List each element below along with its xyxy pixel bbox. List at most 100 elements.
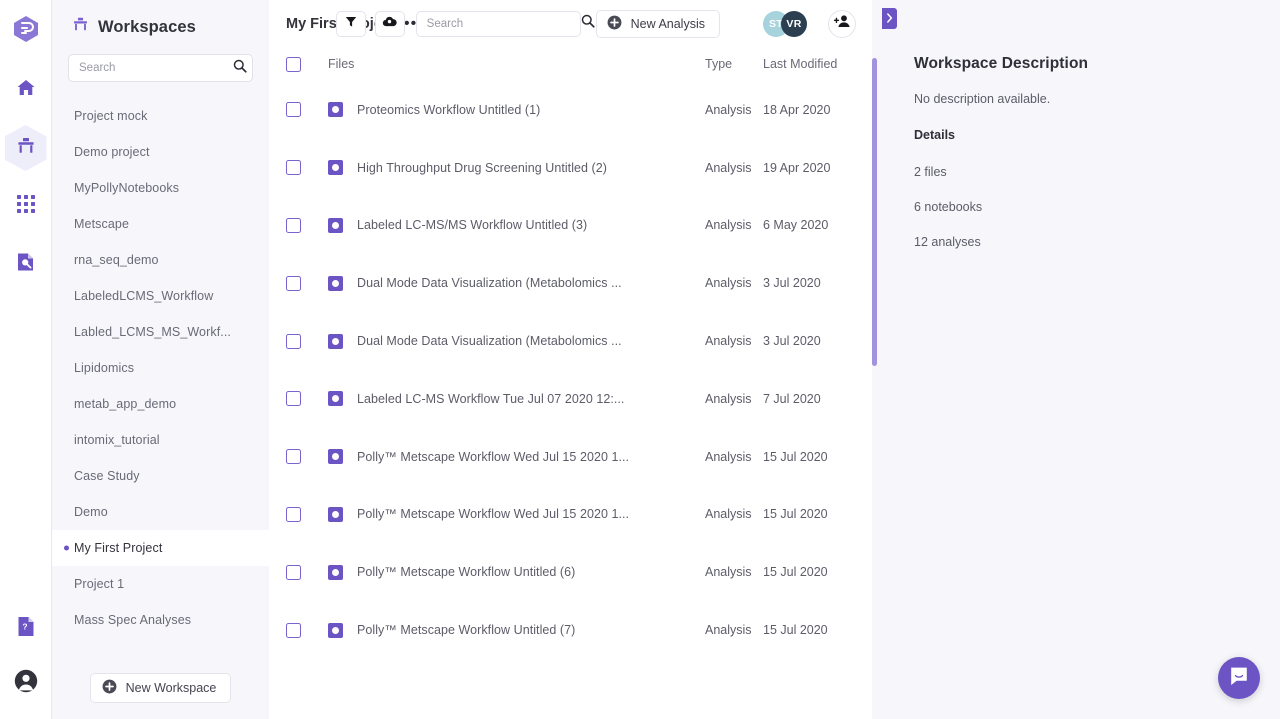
table-row[interactable]: Polly™ Metscape Workflow Wed Jul 15 2020… xyxy=(286,428,858,486)
rail-item-home[interactable] xyxy=(6,68,46,112)
table-row[interactable]: Proteomics Workflow Untitled (1) Analysis… xyxy=(286,81,858,139)
collaborator-avatars: ST VR xyxy=(763,10,807,37)
row-checkbox[interactable] xyxy=(286,449,301,465)
row-checkbox[interactable] xyxy=(286,333,301,349)
upload-button[interactable] xyxy=(374,10,405,37)
sidebar-item-workspace[interactable]: Project 1 xyxy=(52,566,269,602)
panel-title: Workspace Description xyxy=(914,55,1089,72)
row-checkbox[interactable] xyxy=(286,275,301,291)
file-name[interactable]: Dual Mode Data Visualization (Metabolomi… xyxy=(357,334,622,348)
search-icon[interactable] xyxy=(581,14,595,33)
table-row[interactable]: Labeled LC-MS Workflow Tue Jul 07 2020 1… xyxy=(286,370,858,428)
file-name[interactable]: Proteomics Workflow Untitled (1) xyxy=(357,103,540,117)
table-row[interactable]: Polly™ Metscape Workflow Wed Jul 15 2020… xyxy=(286,486,858,544)
panel-details-list: 2 files 6 notebooks 12 analyses xyxy=(914,165,1256,249)
file-name[interactable]: High Throughput Drug Screening Untitled … xyxy=(357,161,607,175)
add-collaborator-button[interactable] xyxy=(828,9,856,38)
intercom-chat-button[interactable] xyxy=(1218,657,1260,699)
row-checkbox[interactable] xyxy=(286,217,301,233)
column-header-files[interactable]: Files xyxy=(328,57,705,71)
sidebar-item-workspace[interactable]: rna_seq_demo xyxy=(52,242,269,278)
sidebar-item-workspace[interactable]: intomix_tutorial xyxy=(52,422,269,458)
file-name[interactable]: Polly™ Metscape Workflow Untitled (7) xyxy=(357,623,575,637)
file-name[interactable]: Labeled LC-MS/MS Workflow Untitled (3) xyxy=(357,218,587,232)
row-select-cell xyxy=(286,160,328,176)
row-file-cell: High Throughput Drug Screening Untitled … xyxy=(328,160,705,176)
right-panel-collapse-button[interactable] xyxy=(882,8,897,29)
row-type: Analysis xyxy=(705,218,752,233)
row-file-cell: Polly™ Metscape Workflow Untitled (7) xyxy=(328,622,705,638)
row-checkbox[interactable] xyxy=(286,564,301,580)
row-checkbox[interactable] xyxy=(286,506,301,522)
rail-item-help[interactable]: ? xyxy=(6,607,46,651)
files-search[interactable] xyxy=(415,10,595,37)
filter-funnel-icon xyxy=(345,15,357,33)
file-name[interactable]: Polly™ Metscape Workflow Wed Jul 15 2020… xyxy=(357,450,629,464)
sidebar-item-label: Mass Spec Analyses xyxy=(74,613,192,627)
sidebar-item-workspace[interactable]: Demo project xyxy=(52,134,269,170)
sidebar-item-workspace[interactable]: MyPollyNotebooks xyxy=(52,170,269,206)
select-all-checkbox[interactable] xyxy=(286,56,301,72)
table-row[interactable]: Polly™ Metscape Workflow Untitled (7) Ana… xyxy=(286,601,858,659)
sidebar-item-workspace[interactable]: Labled_LCMS_MS_Workf... xyxy=(52,314,269,350)
column-header-type[interactable]: Type xyxy=(705,57,763,71)
analysis-file-icon xyxy=(328,564,343,580)
file-name[interactable]: Polly™ Metscape Workflow Untitled (6) xyxy=(357,565,575,579)
table-row[interactable]: Polly™ Metscape Workflow Untitled (6) Ana… xyxy=(286,543,858,601)
rail-item-explore[interactable] xyxy=(6,242,46,286)
sidebar-search[interactable] xyxy=(68,54,253,82)
rail-item-workspaces[interactable] xyxy=(6,126,46,170)
row-checkbox[interactable] xyxy=(286,622,301,638)
icon-rail: ? xyxy=(0,0,52,719)
search-input[interactable] xyxy=(426,17,581,30)
avatar[interactable]: VR xyxy=(781,10,807,37)
row-checkbox[interactable] xyxy=(286,160,301,176)
sidebar-item-workspace[interactable]: LabeledLCMS_Workflow xyxy=(52,278,269,314)
row-type: Analysis xyxy=(705,449,752,464)
new-analysis-label: New Analysis xyxy=(630,16,705,31)
workspace-search-input[interactable] xyxy=(79,62,233,74)
polly-logo-icon[interactable] xyxy=(10,12,42,46)
help-document-icon: ? xyxy=(17,616,36,642)
sidebar-header: Workspaces xyxy=(52,0,269,42)
rail-item-account[interactable] xyxy=(6,661,46,705)
row-select-cell xyxy=(286,506,328,522)
sidebar-item-workspace[interactable]: Project mock xyxy=(52,98,269,134)
new-workspace-button[interactable]: New Workspace xyxy=(89,673,232,703)
sidebar-item-workspace[interactable]: Metscape xyxy=(52,206,269,242)
file-name[interactable]: Dual Mode Data Visualization (Metabolomi… xyxy=(357,276,622,290)
chat-bubble-icon xyxy=(1228,665,1250,692)
sidebar-item-label: Lipidomics xyxy=(74,361,135,375)
file-name[interactable]: Polly™ Metscape Workflow Wed Jul 15 2020… xyxy=(357,507,629,521)
files-table: Files Type Last Modified Proteomics Work… xyxy=(269,47,872,659)
row-select-cell xyxy=(286,333,328,349)
analysis-file-icon xyxy=(328,449,343,465)
sidebar-item-workspace[interactable]: metab_app_demo xyxy=(52,386,269,422)
table-row[interactable]: Labeled LC-MS/MS Workflow Untitled (3) An… xyxy=(286,197,858,255)
sidebar-item-workspace[interactable]: My First Project xyxy=(52,530,269,566)
column-header-last-modified[interactable]: Last Modified xyxy=(763,57,858,71)
right-panel-scrollbar[interactable] xyxy=(872,58,877,366)
top-toolbar: My First Proje... ••• Search New Analysi… xyxy=(269,0,872,47)
new-analysis-button[interactable]: New Analysis xyxy=(595,9,720,38)
table-row[interactable]: Dual Mode Data Visualization (Metabolomi… xyxy=(286,312,858,370)
main-content: My First Proje... ••• Search New Analysi… xyxy=(269,0,872,719)
sidebar-item-workspace[interactable]: Mass Spec Analyses xyxy=(52,602,269,638)
table-row[interactable]: Dual Mode Data Visualization (Metabolomi… xyxy=(286,254,858,312)
sidebar-item-label: intomix_tutorial xyxy=(74,433,160,447)
sidebar-item-workspace[interactable]: Lipidomics xyxy=(52,350,269,386)
rail-item-apps[interactable] xyxy=(6,184,46,228)
sidebar-item-label: MyPollyNotebooks xyxy=(74,181,180,195)
row-checkbox[interactable] xyxy=(286,102,301,118)
workspace-desk-icon xyxy=(72,16,89,38)
file-name[interactable]: Labeled LC-MS Workflow Tue Jul 07 2020 1… xyxy=(357,392,624,406)
row-checkbox[interactable] xyxy=(286,391,301,407)
table-row[interactable]: High Throughput Drug Screening Untitled … xyxy=(286,139,858,197)
toolbar-actions: New Analysis STVR xyxy=(335,0,872,47)
filter-button[interactable] xyxy=(335,10,366,37)
row-select-cell xyxy=(286,102,328,118)
sidebar-item-workspace[interactable]: Case Study xyxy=(52,458,269,494)
sidebar-item-workspace[interactable]: Demo xyxy=(52,494,269,530)
row-last-modified: 15 Jul 2020 xyxy=(763,507,828,522)
search-icon[interactable] xyxy=(233,59,247,78)
